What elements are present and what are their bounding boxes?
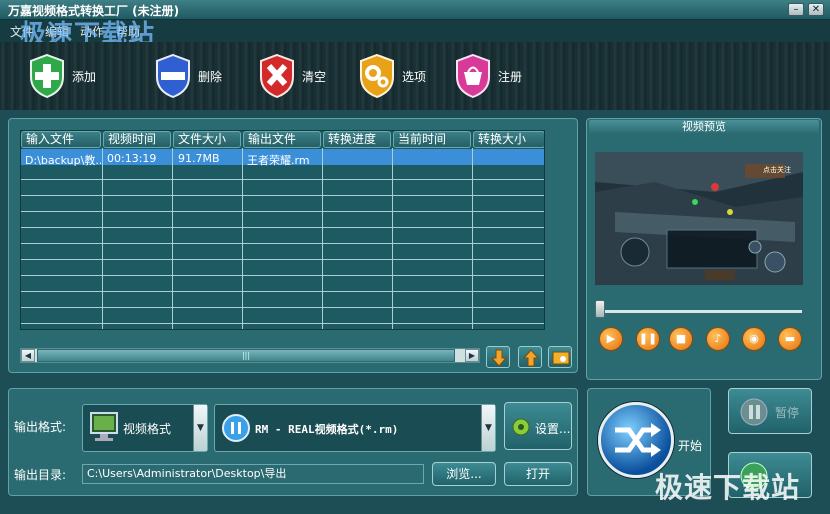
col-input-file[interactable]: 输入文件 (21, 131, 101, 148)
output-profile-select[interactable]: RM - REAL视频格式(*.rm) ▼ (214, 404, 496, 452)
table-row[interactable] (21, 325, 544, 329)
move-down-button[interactable] (486, 346, 510, 368)
gear-shield-icon (360, 53, 394, 99)
cell-input-file: D:\backup\教... (25, 154, 101, 167)
arrow-down-icon (490, 349, 508, 367)
table-row[interactable] (21, 293, 544, 308)
shuffle-icon (615, 423, 661, 457)
open-dir-button[interactable]: 打开 (504, 462, 572, 486)
browse-button[interactable]: 浏览... (432, 462, 496, 486)
format-label: 输出格式: (14, 420, 67, 434)
format-category-select[interactable]: 视频格式 ▼ (82, 404, 208, 452)
pause-icon: ❚❚ (638, 332, 658, 345)
options-button-label: 选项 (402, 69, 427, 84)
pause-circle-icon (740, 398, 768, 426)
seek-slider[interactable] (595, 300, 605, 318)
monitor-icon (90, 412, 118, 441)
register-button[interactable]: 注册 (454, 52, 522, 100)
file-table[interactable]: 输入文件 视频时间 文件大小 输出文件 转换进度 当前时间 转换大小 D:\ba… (20, 130, 545, 330)
stop-button[interactable]: ■ (669, 327, 693, 351)
table-row[interactable] (21, 181, 544, 196)
clear-button-label: 清空 (302, 69, 327, 84)
col-divider (322, 148, 323, 329)
table-row[interactable] (21, 309, 544, 324)
arrow-up-icon (522, 349, 540, 367)
seek-track[interactable] (598, 310, 802, 313)
col-output-file[interactable]: 输出文件 (243, 131, 321, 148)
add-button[interactable]: 添加 (28, 52, 96, 100)
col-divider (242, 148, 243, 329)
dir-label: 输出目录: (14, 468, 67, 482)
video-hud-text: 点击关注 (763, 166, 791, 174)
col-divider (472, 148, 473, 329)
col-converted-size[interactable]: 转换大小 (473, 131, 544, 148)
folder-icon: ▬ (784, 332, 796, 345)
col-duration[interactable]: 视频时间 (103, 131, 171, 148)
scroll-right-arrow[interactable]: ▶ (465, 349, 479, 362)
register-button-label: 注册 (498, 69, 523, 84)
x-shield-icon (260, 53, 294, 99)
table-row[interactable] (21, 245, 544, 260)
close-button[interactable]: ✕ (808, 3, 824, 16)
volume-icon: ♪ (714, 332, 722, 345)
pause-button[interactable]: 暂停 (728, 388, 812, 434)
play-button[interactable]: ▶ (599, 327, 623, 351)
snapshot-button[interactable]: ◉ (742, 327, 766, 351)
scroll-thumb[interactable]: ||| (37, 349, 455, 362)
gear-icon (512, 418, 530, 436)
table-row[interactable] (21, 229, 544, 244)
preview-title: 视频预览 (589, 120, 819, 134)
table-row[interactable] (21, 197, 544, 212)
settings-label: 设置... (535, 422, 571, 436)
output-profile-value: RM - REAL视频格式(*.rm) (255, 423, 399, 436)
add-button-label: 添加 (72, 69, 97, 84)
stop-icon: ■ (675, 332, 687, 345)
profile-dropdown-arrow[interactable]: ▼ (481, 405, 495, 451)
preview-folder-button[interactable]: ▬ (778, 327, 802, 351)
pause-playback-button[interactable]: ❚❚ (636, 327, 660, 351)
col-divider (172, 148, 173, 329)
table-row[interactable] (21, 261, 544, 276)
watermark-bottom: 极速下载站 (655, 471, 801, 504)
plus-shield-icon (30, 53, 64, 99)
horizontal-scrollbar[interactable]: ◀ ||| ▶ (20, 348, 480, 363)
cell-duration: 00:13:19 (107, 152, 157, 165)
realplayer-icon (222, 414, 250, 442)
minus-shield-icon (156, 53, 190, 99)
format-category-value: 视频格式 (123, 422, 172, 436)
col-divider (392, 148, 393, 329)
basket-shield-icon (456, 53, 490, 99)
folder-gear-icon (552, 351, 570, 365)
col-progress[interactable]: 转换进度 (323, 131, 391, 148)
col-file-size[interactable]: 文件大小 (173, 131, 241, 148)
delete-button[interactable]: 删除 (154, 52, 222, 100)
options-button[interactable]: 选项 (358, 52, 426, 100)
pause-label: 暂停 (775, 406, 800, 420)
output-dir-input[interactable]: C:\Users\Administrator\Desktop\导出 (82, 464, 424, 484)
clear-button[interactable]: 清空 (258, 52, 326, 100)
start-label: 开始 (678, 439, 703, 453)
volume-button[interactable]: ♪ (706, 327, 730, 351)
table-row[interactable] (21, 213, 544, 228)
col-current-time[interactable]: 当前时间 (393, 131, 471, 148)
cell-file-size: 91.7MB (178, 152, 220, 165)
format-dropdown-arrow[interactable]: ▼ (193, 405, 207, 451)
open-folder-button[interactable] (548, 346, 572, 368)
camera-icon: ◉ (749, 332, 759, 345)
settings-button[interactable]: 设置... (504, 402, 572, 450)
scroll-left-arrow[interactable]: ◀ (21, 349, 35, 362)
delete-button-label: 删除 (198, 69, 223, 84)
col-divider (102, 148, 103, 329)
table-row[interactable] (21, 277, 544, 292)
move-up-button[interactable] (518, 346, 542, 368)
minimize-button[interactable]: – (788, 3, 804, 16)
cell-output-file: 王者荣耀.rm (247, 154, 310, 167)
play-icon: ▶ (606, 332, 616, 345)
